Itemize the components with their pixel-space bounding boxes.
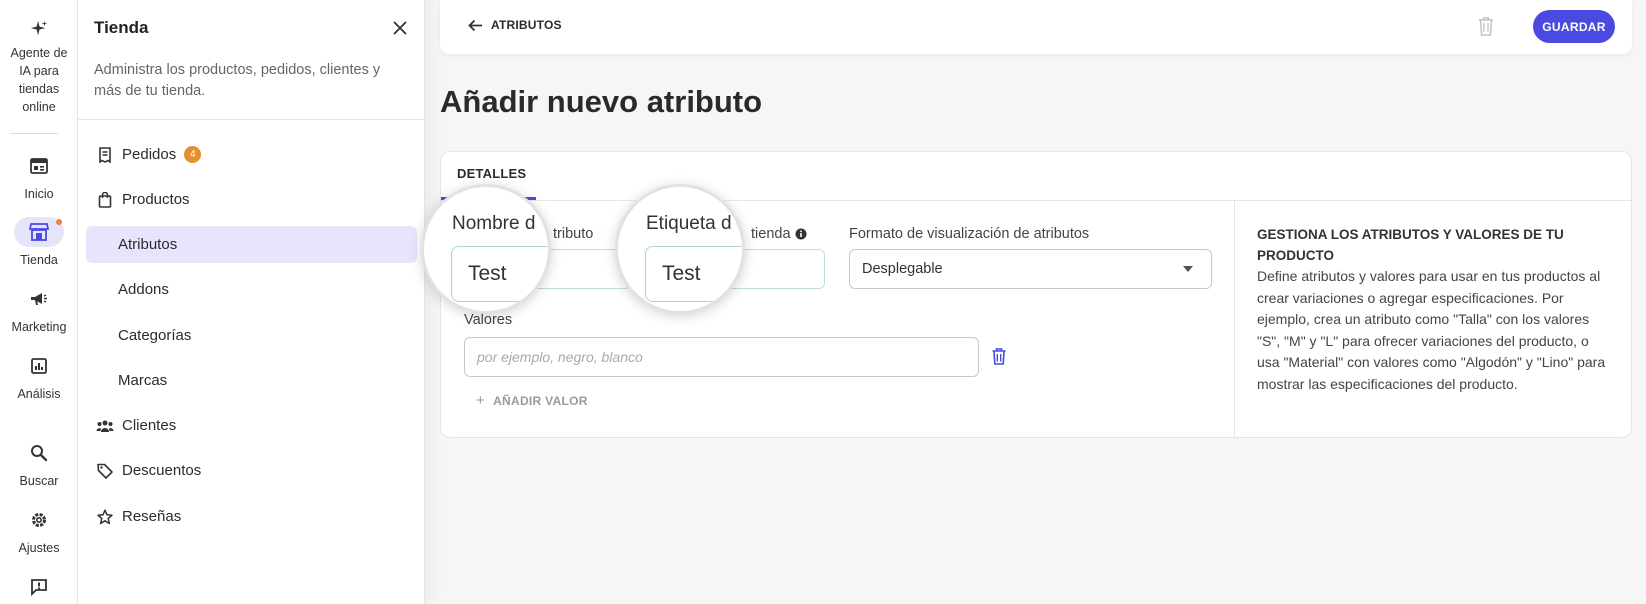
nav-item-atributos[interactable]: Atributos	[86, 226, 417, 263]
add-value-label: AÑADIR VALOR	[493, 393, 588, 408]
nav-item-label: Reseñas	[122, 508, 182, 525]
magnified-name-label: Nombre d	[452, 213, 536, 234]
orders-count-badge: 4	[184, 146, 202, 163]
name-field-label: tributo	[553, 226, 594, 242]
rail-item-buscar[interactable]: Buscar	[0, 438, 78, 490]
display-format-value: Desplegable	[862, 261, 943, 277]
trash-icon[interactable]	[1478, 16, 1494, 41]
home-icon	[14, 151, 64, 181]
nav-item-resenas[interactable]: Reseñas	[86, 498, 417, 535]
store-icon	[14, 217, 64, 247]
magnifier-name-field: Nombre d Test	[421, 184, 551, 314]
star-icon	[92, 508, 118, 525]
left-rail: Agente de IA para tiendas online Inicio …	[0, 0, 78, 604]
rail-item-feedback[interactable]	[0, 572, 78, 604]
card-side-divider	[1234, 200, 1235, 438]
rail-item-ai-agent[interactable]: Agente de IA para tiendas online	[0, 18, 78, 116]
rail-item-label: Inicio	[24, 187, 54, 201]
nav-item-productos[interactable]: Productos	[86, 181, 417, 218]
back-link[interactable]: ATRIBUTOS	[468, 18, 562, 32]
rail-item-label: Ajustes	[18, 541, 60, 555]
megaphone-icon	[14, 284, 64, 314]
nav-item-label: Clientes	[122, 417, 177, 434]
rail-item-label-ai-1: Agente de	[10, 46, 68, 60]
display-format-label: Formato de visualización de atributos	[849, 226, 1090, 242]
nav-item-label: Categorías	[118, 327, 192, 344]
nav-item-label: Marcas	[118, 372, 168, 389]
nav-item-label: Pedidos	[122, 146, 177, 163]
rail-item-label-ai-2: IA para	[19, 64, 59, 78]
info-icon[interactable]	[795, 228, 807, 240]
rail-item-analisis[interactable]: Análisis	[0, 351, 78, 403]
notification-dot	[56, 219, 62, 225]
caret-down-icon	[1183, 266, 1193, 272]
nav-item-clientes[interactable]: Clientes	[86, 407, 417, 444]
magnified-store-label: Etiqueta d	[646, 213, 732, 234]
chart-icon	[14, 351, 64, 381]
gear-icon	[14, 505, 64, 535]
rail-item-marketing[interactable]: Marketing	[0, 284, 78, 336]
values-label: Valores	[464, 312, 513, 328]
rail-item-ajustes[interactable]: Ajustes	[0, 505, 78, 557]
search-icon	[14, 438, 64, 468]
rail-item-label: Análisis	[17, 387, 61, 401]
card-divider	[441, 200, 1631, 201]
top-bar: ATRIBUTOS GUARDAR	[440, 0, 1632, 54]
help-title: GESTIONA LOS ATRIBUTOS Y VALORES DE TU P…	[1257, 227, 1564, 263]
help-body: Define atributos y valores para usar en …	[1257, 268, 1606, 392]
panel-divider	[78, 119, 425, 120]
rail-item-label-ai-4: online	[22, 100, 56, 114]
magnified-name-input: Test	[451, 246, 548, 302]
arrow-left-icon	[468, 19, 482, 31]
nav-item-label: Addons	[118, 281, 169, 298]
receipt-icon	[92, 146, 118, 163]
store-label-text: tienda	[751, 226, 791, 242]
add-value-button[interactable]: + AÑADIR VALOR	[476, 392, 588, 409]
panel-title: Tienda	[94, 18, 149, 37]
rail-item-label: Marketing	[11, 320, 67, 334]
feedback-icon	[14, 572, 64, 602]
magnified-name-value: Test	[468, 262, 507, 285]
display-format-select[interactable]: Desplegable	[849, 249, 1212, 289]
rail-divider	[10, 133, 58, 134]
tab-detalles[interactable]: DETALLES	[457, 166, 526, 181]
magnified-store-input: Test	[645, 246, 742, 302]
tag-icon	[92, 463, 118, 479]
nav-item-marcas[interactable]: Marcas	[86, 362, 417, 399]
nav-item-label: Productos	[122, 191, 190, 208]
nav-item-label: Atributos	[118, 236, 178, 253]
attribute-form-card: DETALLES tributo tienda Formato de visua…	[440, 151, 1632, 438]
bag-icon	[92, 191, 118, 208]
magnifier-store-label-field: Etiqueta d Test	[615, 184, 745, 314]
back-link-label: ATRIBUTOS	[491, 18, 562, 32]
store-panel: Tienda Administra los productos, pedidos…	[78, 0, 425, 604]
rail-item-label: Buscar	[19, 474, 59, 488]
save-button[interactable]: GUARDAR	[1533, 10, 1615, 43]
rail-item-tienda[interactable]: Tienda	[0, 217, 78, 269]
values-input[interactable]: por ejemplo, negro, blanco	[464, 337, 979, 377]
users-icon	[92, 419, 118, 433]
rail-item-inicio[interactable]: Inicio	[0, 151, 78, 203]
delete-value-icon[interactable]	[992, 348, 1006, 370]
close-icon[interactable]	[390, 18, 410, 38]
nav-item-pedidos[interactable]: Pedidos 4	[86, 136, 417, 173]
nav-item-categorias[interactable]: Categorías	[86, 317, 417, 354]
nav-item-descuentos[interactable]: Descuentos	[86, 452, 417, 489]
rail-item-label: Tienda	[20, 253, 58, 267]
magnified-store-value: Test	[662, 262, 701, 285]
store-label-field-label: tienda	[751, 226, 807, 242]
nav-item-label: Descuentos	[122, 462, 202, 479]
plus-icon: +	[476, 392, 486, 409]
values-placeholder: por ejemplo, negro, blanco	[477, 349, 643, 365]
nav-item-addons[interactable]: Addons	[86, 271, 417, 308]
sparkle-icon	[14, 18, 64, 40]
rail-item-label-ai-3: tiendas	[18, 82, 60, 96]
panel-description: Administra los productos, pedidos, clien…	[94, 62, 381, 99]
page-title: Añadir nuevo atributo	[440, 84, 763, 119]
